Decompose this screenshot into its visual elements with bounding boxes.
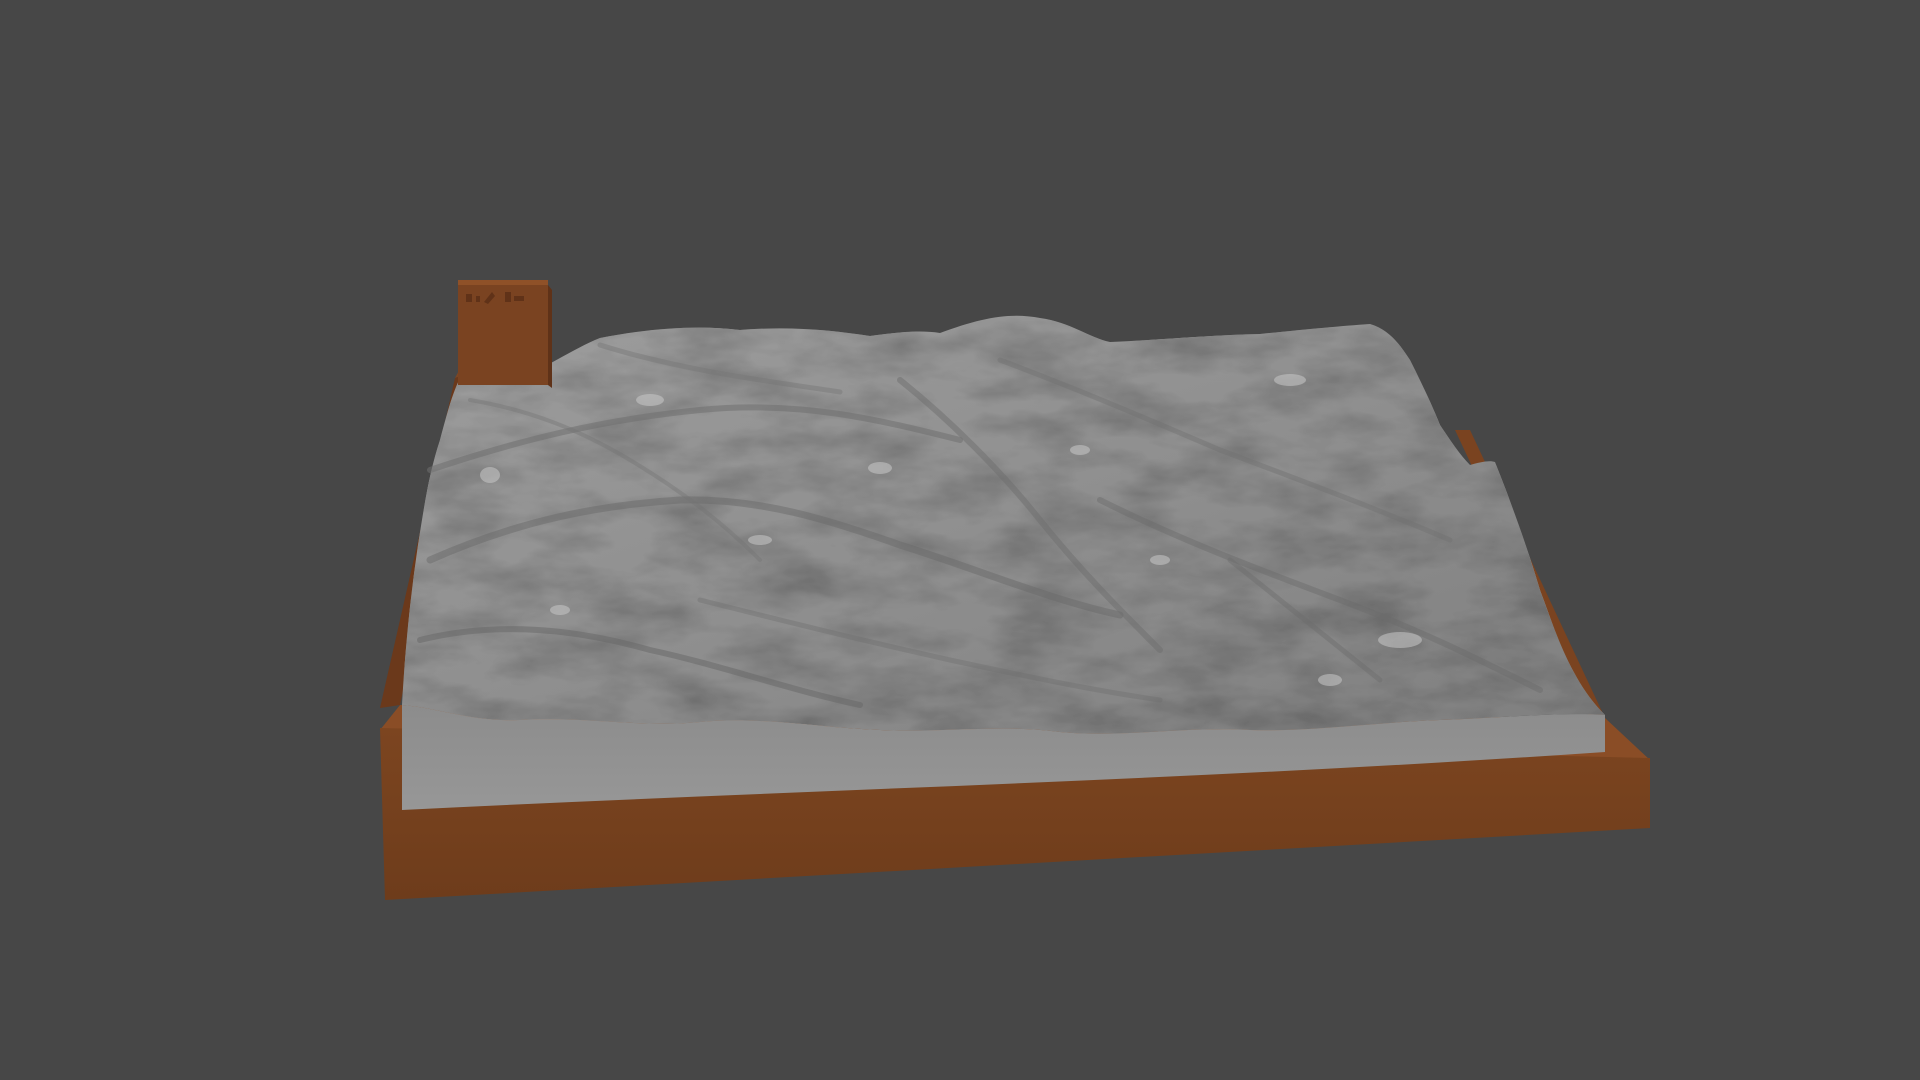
terrain-surface[interactable] — [402, 315, 1605, 734]
label-block-icon[interactable] — [458, 280, 552, 388]
terrain-model-scene[interactable] — [0, 0, 1920, 1080]
3d-viewport[interactable] — [0, 0, 1920, 1080]
